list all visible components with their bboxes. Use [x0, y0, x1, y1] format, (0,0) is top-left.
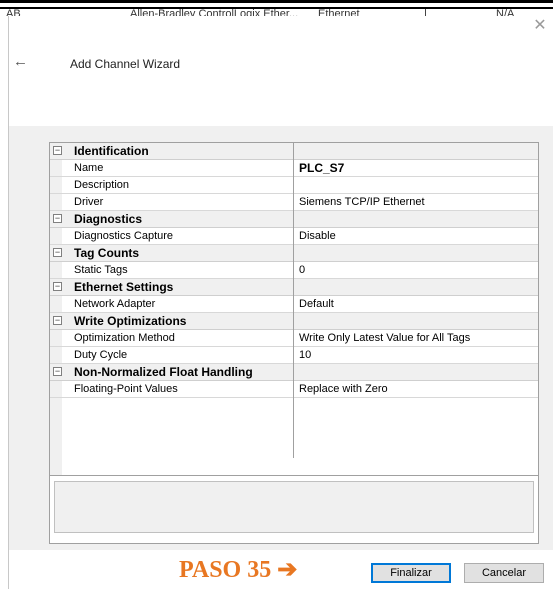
property-label: Diagnostics Capture	[74, 230, 174, 242]
category-row[interactable]: − Identification	[50, 143, 538, 160]
property-row[interactable]: Optimization Method Write Only Latest Val…	[50, 330, 538, 347]
property-row[interactable]: Name PLC_S7	[50, 160, 538, 177]
description-panel	[54, 481, 534, 533]
background-cell: AB	[6, 8, 21, 16]
property-label: Optimization Method	[74, 332, 175, 344]
add-channel-wizard-dialog: ✕ ← Add Channel Wizard − Identification Na…	[8, 16, 553, 589]
property-label: Floating-Point Values	[74, 383, 178, 395]
property-row[interactable]: Description	[50, 177, 538, 194]
close-icon[interactable]: ✕	[532, 18, 548, 34]
property-row[interactable]: Duty Cycle 10	[50, 347, 538, 364]
collapse-toggle-icon[interactable]: −	[53, 146, 62, 155]
property-row[interactable]: Diagnostics Capture Disable	[50, 228, 538, 245]
dialog-footer: PASO 35 ➔ Finalizar Cancelar	[9, 550, 553, 589]
property-value[interactable]: Disable	[299, 228, 336, 244]
background-cell: Allen-Bradley ControlLogix Ether...	[130, 8, 299, 16]
category-row[interactable]: − Non-Normalized Float Handling	[50, 364, 538, 381]
category-label: Identification	[74, 144, 149, 158]
collapse-toggle-icon[interactable]: −	[53, 282, 62, 291]
property-label: Duty Cycle	[74, 349, 128, 361]
collapse-toggle-icon[interactable]: −	[53, 248, 62, 257]
property-row[interactable]: Static Tags 0	[50, 262, 538, 279]
category-row[interactable]: − Write Optimizations	[50, 313, 538, 330]
property-label: Description	[74, 179, 130, 191]
property-value[interactable]: Write Only Latest Value for All Tags	[299, 330, 470, 346]
property-value[interactable]: Siemens TCP/IP Ethernet	[299, 194, 425, 210]
category-label: Diagnostics	[74, 212, 143, 226]
property-row[interactable]: Network Adapter Default	[50, 296, 538, 313]
category-label: Non-Normalized Float Handling	[74, 365, 253, 379]
cancel-button[interactable]: Cancelar	[464, 563, 544, 583]
finish-button[interactable]: Finalizar	[371, 563, 451, 583]
property-value[interactable]: PLC_S7	[299, 160, 344, 176]
category-label: Tag Counts	[74, 246, 140, 260]
category-label: Write Optimizations	[74, 314, 187, 328]
property-value[interactable]: Default	[299, 296, 334, 312]
dialog-title: Add Channel Wizard	[70, 57, 181, 71]
background-list-strip: AB Allen-Bradley ControlLogix Ether... E…	[0, 0, 553, 16]
arrow-left-icon[interactable]: ←	[13, 54, 31, 70]
column-divider[interactable]	[293, 143, 294, 458]
category-label: Ethernet Settings	[74, 280, 174, 294]
property-value[interactable]: 0	[299, 262, 305, 278]
collapse-toggle-icon[interactable]: −	[53, 367, 62, 376]
page: AB Allen-Bradley ControlLogix Ether... E…	[0, 0, 553, 589]
category-row[interactable]: − Ethernet Settings	[50, 279, 538, 296]
property-value[interactable]: 10	[299, 347, 311, 363]
property-row[interactable]: Floating-Point Values Replace with Zero	[50, 381, 538, 398]
property-grid-frame: − Identification Name PLC_S7 Description Driv…	[49, 142, 539, 544]
category-row[interactable]: − Diagnostics	[50, 211, 538, 228]
property-value[interactable]: Replace with Zero	[299, 381, 388, 397]
background-divider	[0, 0, 553, 3]
collapse-toggle-icon[interactable]: −	[53, 214, 62, 223]
background-column-divider	[425, 9, 426, 16]
property-label: Driver	[74, 196, 104, 208]
property-label: Network Adapter	[74, 298, 156, 310]
collapse-toggle-icon[interactable]: −	[53, 316, 62, 325]
background-cell: Ethernet	[318, 8, 360, 16]
property-grid: − Identification Name PLC_S7 Description Driv…	[50, 143, 538, 476]
property-label: Name	[74, 162, 104, 174]
step-annotation: PASO 35 ➔	[179, 557, 298, 583]
wizard-content: − Identification Name PLC_S7 Description Driv…	[9, 126, 553, 550]
property-label: Static Tags	[74, 264, 128, 276]
category-row[interactable]: − Tag Counts	[50, 245, 538, 262]
property-row[interactable]: Driver Siemens TCP/IP Ethernet	[50, 194, 538, 211]
background-cell: N/A	[496, 8, 515, 16]
